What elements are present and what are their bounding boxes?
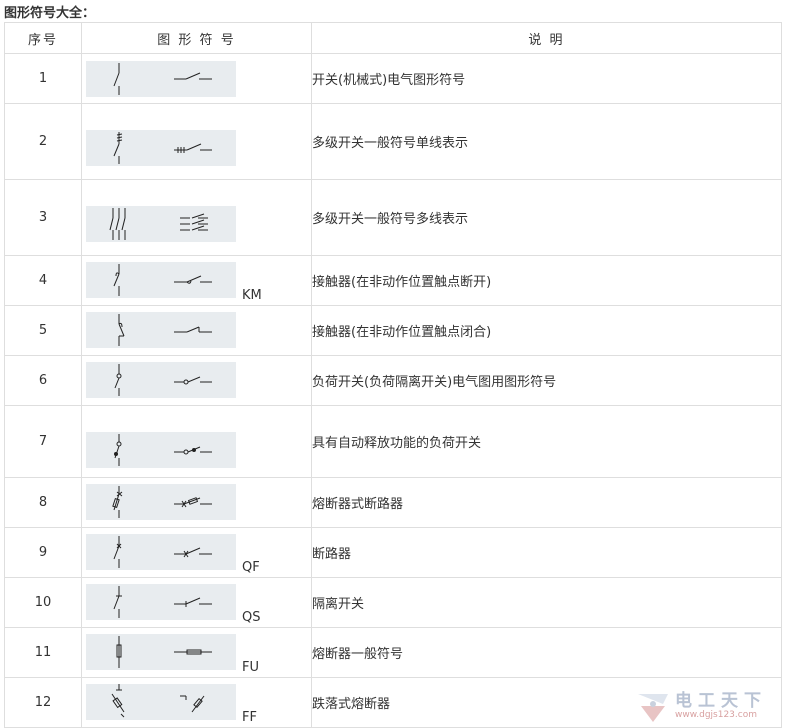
multipole-switch-single-line-icon — [86, 130, 236, 166]
mechanical-switch-icon — [86, 61, 236, 97]
site-watermark: 电工天下 www.dgjs123.com — [635, 682, 780, 726]
row-description: 熔断器式断路器 — [311, 477, 782, 528]
device-code: QF — [242, 560, 260, 575]
device-code: KM — [242, 288, 262, 303]
row-number: 12 — [4, 677, 82, 728]
watermark-title: 电工天下 — [675, 691, 767, 711]
row-description: 开关(机械式)电气图形符号 — [311, 53, 782, 104]
row-description: 多级开关一般符号单线表示 — [311, 103, 782, 180]
page-title: 图形符号大全： — [4, 6, 96, 21]
drop-out-fuse-icon — [86, 684, 236, 720]
row-description: 断路器 — [311, 527, 782, 578]
device-code: FF — [242, 710, 257, 725]
row-description: 接触器(在非动作位置触点闭合) — [311, 305, 782, 356]
row-number: 5 — [4, 305, 82, 356]
table-row: 7 具有自动释放功能的负荷开关 — [4, 405, 782, 478]
row-description: 多级开关一般符号多线表示 — [311, 179, 782, 256]
table-row: 1 开关(机械式)电气图形符号 — [4, 53, 782, 104]
circuit-breaker-icon — [86, 534, 236, 570]
row-number: 10 — [4, 577, 82, 628]
row-number: 8 — [4, 477, 82, 528]
table-header-row: 序号 图 形 符 号 说 明 — [4, 22, 782, 54]
watermark-logo-icon — [635, 684, 671, 728]
contactor-no-icon — [86, 262, 236, 298]
device-code: FU — [242, 660, 259, 675]
header-description: 说 明 — [311, 22, 782, 54]
table-row: 6 负荷开关(负荷隔离开关)电气图用图形符号 — [4, 355, 782, 406]
symbol-table: 序号 图 形 符 号 说 明 1 开关(机械式)电气图形符号 2 多级开关一般符… — [4, 22, 782, 728]
table-row: 9 QF 断路器 — [4, 527, 782, 578]
header-symbol: 图 形 符 号 — [81, 22, 312, 54]
table-row: 2 多级开关一般符号单线表示 — [4, 103, 782, 180]
row-number: 1 — [4, 53, 82, 104]
fuse-icon — [86, 634, 236, 670]
load-switch-icon — [86, 362, 236, 398]
table-row: 5 接触器(在非动作位置触点闭合) — [4, 305, 782, 356]
row-number: 2 — [4, 103, 82, 180]
row-description: 隔离开关 — [311, 577, 782, 628]
auto-release-load-switch-icon — [86, 432, 236, 468]
row-description: 具有自动释放功能的负荷开关 — [311, 405, 782, 478]
table-row: 3 多级开关一般符号多线表示 — [4, 179, 782, 256]
row-number: 6 — [4, 355, 82, 406]
row-number: 9 — [4, 527, 82, 578]
row-description: 负荷开关(负荷隔离开关)电气图用图形符号 — [311, 355, 782, 406]
disconnector-icon — [86, 584, 236, 620]
row-description: 熔断器一般符号 — [311, 627, 782, 678]
row-number: 7 — [4, 405, 82, 478]
table-row: 4 KM 接触器(在非动作位置触点断开) — [4, 255, 782, 306]
device-code: QS — [242, 610, 261, 625]
row-number: 11 — [4, 627, 82, 678]
multipole-switch-multi-line-icon — [86, 206, 236, 242]
fuse-breaker-icon — [86, 484, 236, 520]
table-row: 11 FU 熔断器一般符号 — [4, 627, 782, 678]
table-row: 10 QS 隔离开关 — [4, 577, 782, 628]
row-number: 3 — [4, 179, 82, 256]
header-number: 序号 — [4, 22, 82, 54]
row-number: 4 — [4, 255, 82, 306]
row-description: 接触器(在非动作位置触点断开) — [311, 255, 782, 306]
contactor-nc-icon — [86, 312, 236, 348]
table-row: 8 熔断器式断路器 — [4, 477, 782, 528]
watermark-url: www.dgjs123.com — [675, 710, 757, 720]
